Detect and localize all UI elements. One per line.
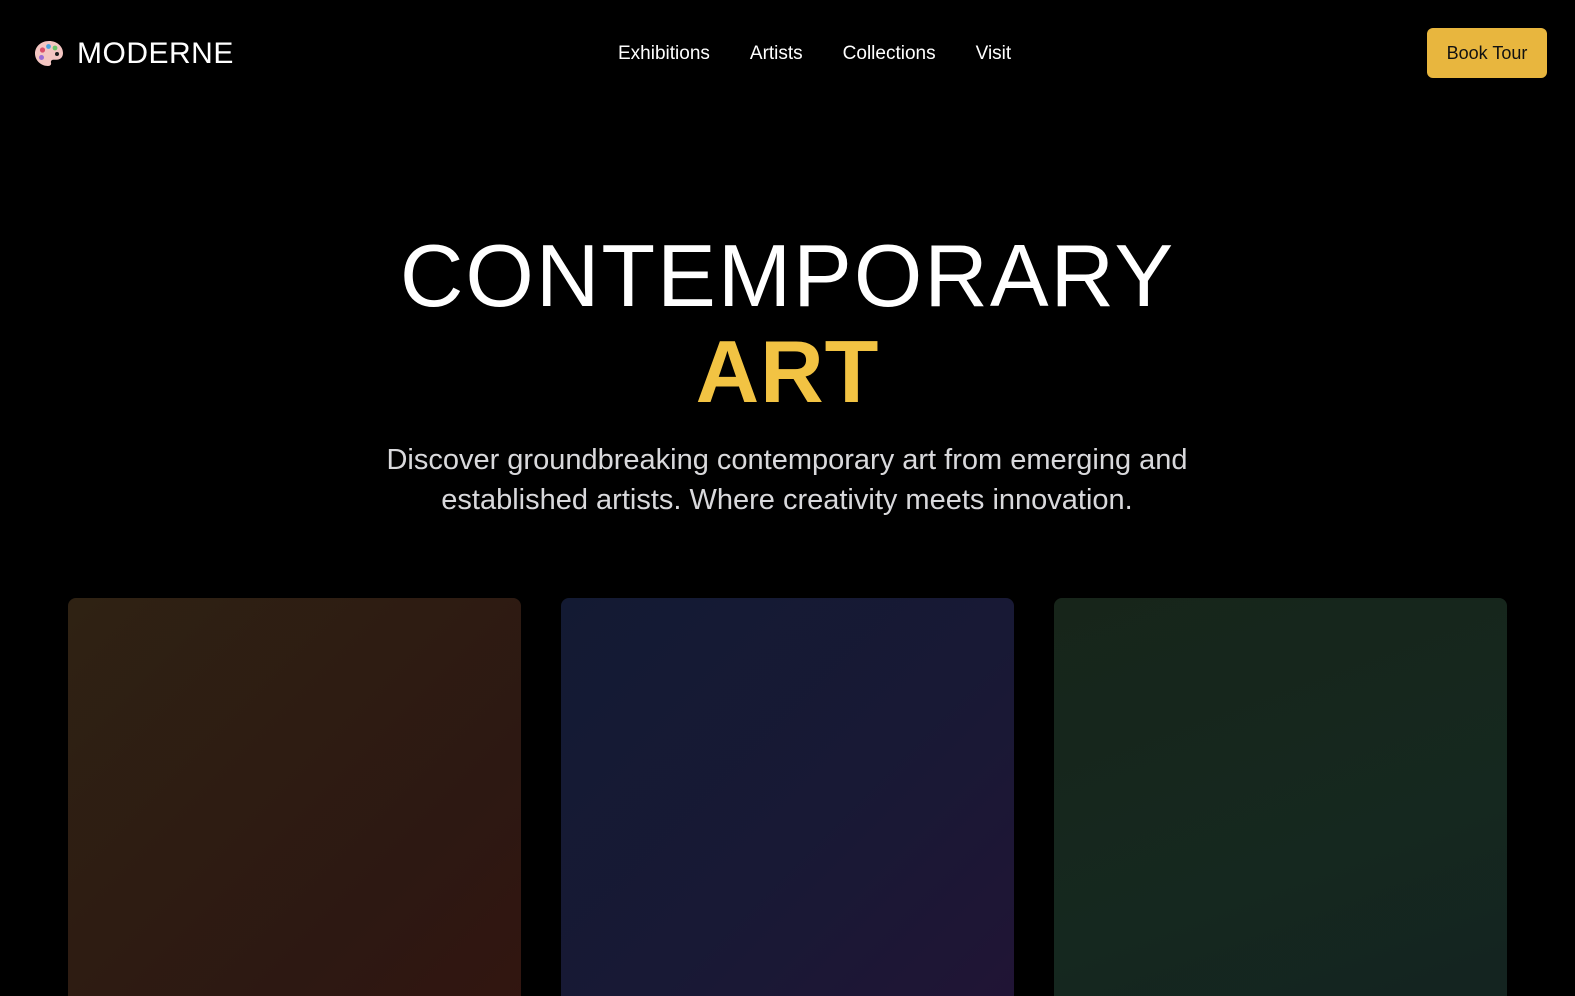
- hero-title-line-2: ART: [695, 322, 880, 421]
- nav-link-artists[interactable]: Artists: [750, 40, 803, 68]
- hero-section: CONTEMPORARY ART: [0, 228, 1575, 420]
- brand-name: MODERNE: [77, 37, 234, 70]
- book-tour-button[interactable]: Book Tour: [1427, 28, 1547, 78]
- nav-link-collections[interactable]: Collections: [843, 40, 936, 68]
- palette-icon: [33, 38, 65, 70]
- brand-logo-link[interactable]: MODERNE: [33, 34, 234, 74]
- hero-subtitle: Discover groundbreaking contemporary art…: [386, 444, 1188, 516]
- artwork-card-green[interactable]: [1054, 598, 1507, 996]
- artwork-card-indigo[interactable]: [561, 598, 1014, 996]
- hero-title: CONTEMPORARY ART: [0, 228, 1575, 420]
- nav-link-visit[interactable]: Visit: [976, 40, 1012, 68]
- featured-artworks: [68, 598, 1508, 996]
- hero-title-line-1: CONTEMPORARY: [399, 226, 1176, 325]
- page: MODERNE Exhibitions Artists Collections …: [0, 0, 1575, 996]
- top-navigation: MODERNE Exhibitions Artists Collections …: [0, 0, 1575, 108]
- nav-link-exhibitions[interactable]: Exhibitions: [618, 40, 710, 68]
- primary-nav: Exhibitions Artists Collections Visit: [618, 40, 1011, 68]
- artwork-card-warm[interactable]: [68, 598, 521, 996]
